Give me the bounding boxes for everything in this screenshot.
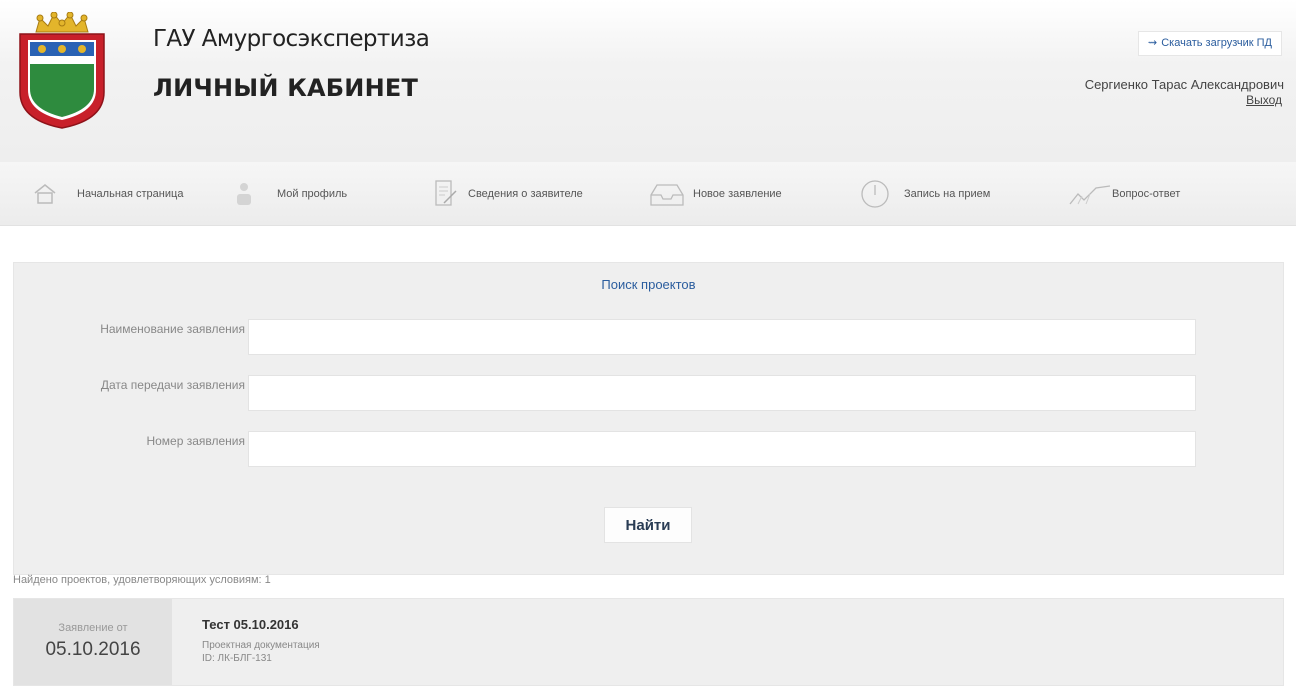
result-title[interactable]: Тест 05.10.2016 — [202, 617, 299, 632]
user-name: Сергиенко Тарас Александрович — [1084, 77, 1284, 92]
edit-document-icon — [435, 180, 457, 206]
result-card[interactable]: Заявление от 05.10.2016 Тест 05.10.2016 … — [13, 598, 1284, 686]
inbox-icon — [650, 184, 684, 206]
link-icon: ⇝ — [1148, 37, 1158, 49]
result-date-box: Заявление от 05.10.2016 — [14, 599, 172, 685]
application-name-row: Наименование заявления — [14, 319, 1283, 355]
nav-item-appointment[interactable]: Запись на прием — [860, 162, 990, 226]
nav-item-label: Начальная страница — [77, 188, 184, 200]
nav-item-label: Сведения о заявителе — [468, 188, 583, 200]
search-panel-title: Поиск проектов — [601, 277, 696, 292]
user-icon — [237, 183, 251, 205]
submission-date-input[interactable] — [248, 375, 1196, 411]
nav-item-label: Запись на прием — [904, 188, 991, 200]
nav-item-label: Новое заявление — [693, 188, 782, 200]
main-nav: Начальная страница Мой профиль Сведения … — [0, 162, 1296, 226]
find-button[interactable]: Найти — [604, 507, 692, 543]
nav-item-applicant-info[interactable]: Сведения о заявителе — [434, 162, 583, 226]
submission-date-row: Дата передачи заявления — [14, 375, 1283, 411]
home-icon — [34, 184, 56, 204]
organization-title: ГАУ Амургосэкспертиза — [153, 26, 430, 52]
nav-item-profile[interactable]: Мой профиль — [235, 162, 347, 226]
application-number-input[interactable] — [248, 431, 1196, 467]
chart-icon — [1069, 185, 1111, 205]
cabinet-title: ЛИЧНЫЙ КАБИНЕТ — [153, 74, 419, 102]
result-id: ID: ЛК-БЛГ-131 — [202, 653, 272, 664]
results-count-text: Найдено проектов, удовлетворяющих услови… — [13, 574, 271, 586]
nav-item-home[interactable]: Начальная страница — [33, 162, 183, 226]
result-date-label: Заявление от — [58, 622, 128, 634]
result-date: 05.10.2016 — [45, 639, 141, 660]
clock-icon — [861, 180, 889, 208]
logout-link[interactable]: Выход — [1246, 93, 1282, 107]
nav-item-label: Вопрос-ответ — [1112, 188, 1181, 200]
project-search-panel: Поиск проектов Наименование заявления Да… — [13, 262, 1284, 575]
download-loader-label: Скачать загрузчик ПД — [1161, 37, 1272, 49]
application-number-row: Номер заявления — [14, 431, 1283, 467]
page-header: ГАУ Амургосэкспертиза ЛИЧНЫЙ КАБИНЕТ ⇝ С… — [0, 0, 1296, 162]
application-name-input[interactable] — [248, 319, 1196, 355]
result-subtitle: Проектная документация — [202, 640, 320, 651]
submission-date-label: Дата передачи заявления — [100, 378, 245, 392]
nav-item-label: Мой профиль — [277, 188, 348, 200]
coat-of-arms-logo — [19, 12, 105, 129]
application-name-label: Наименование заявления — [100, 322, 245, 336]
nav-item-new-application[interactable]: Новое заявление — [649, 162, 782, 226]
nav-item-faq[interactable]: Вопрос-ответ — [1068, 162, 1180, 226]
application-number-label: Номер заявления — [146, 434, 245, 448]
download-loader-button[interactable]: ⇝ Скачать загрузчик ПД — [1138, 31, 1282, 56]
